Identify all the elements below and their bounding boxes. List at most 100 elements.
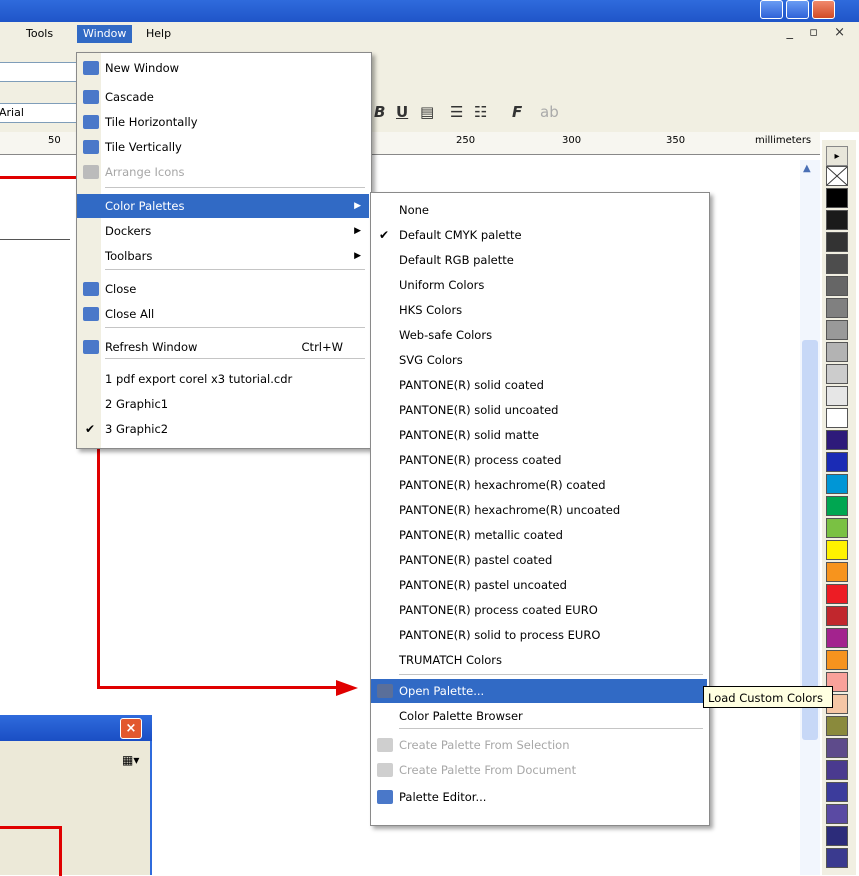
menu-item-create-palette-from-document[interactable]: Create Palette From Document	[371, 758, 707, 782]
palette-swatch[interactable]	[826, 188, 848, 208]
palette-swatch[interactable]	[826, 452, 848, 472]
close-button[interactable]	[812, 0, 835, 19]
palette-swatch[interactable]	[826, 606, 848, 626]
palette-swatch[interactable]	[826, 848, 848, 868]
menu-item-refresh-window[interactable]: Refresh Window Ctrl+W	[77, 335, 369, 359]
dialog-title-bar: ×	[0, 715, 152, 741]
palette-swatch[interactable]	[826, 804, 848, 824]
menu-item-close[interactable]: Close	[77, 277, 369, 301]
palette-swatch[interactable]	[826, 364, 848, 384]
palette-swatch[interactable]	[826, 650, 848, 670]
refresh-window-icon	[83, 340, 99, 354]
palette-swatch[interactable]	[826, 738, 848, 758]
menu-item-arrange-icons[interactable]: Arrange Icons	[77, 160, 369, 184]
menu-item-tile-horizontally[interactable]: Tile Horizontally	[77, 110, 369, 134]
menu-item-pantone-process-coated-euro[interactable]: PANTONE(R) process coated EURO	[371, 598, 707, 622]
palette-swatch[interactable]	[826, 320, 848, 340]
menu-item-pantone-solid-coated[interactable]: PANTONE(R) solid coated	[371, 373, 707, 397]
menu-item-close-all[interactable]: Close All	[77, 302, 369, 326]
menu-item-pantone-process-coated[interactable]: PANTONE(R) process coated	[371, 448, 707, 472]
palette-swatch[interactable]	[826, 628, 848, 648]
menu-help[interactable]: Help	[140, 25, 177, 43]
menu-item-color-palettes[interactable]: Color Palettes ▶	[77, 194, 369, 218]
menu-item-color-palette-browser[interactable]: Color Palette Browser	[371, 704, 707, 728]
menu-item-hks-colors[interactable]: HKS Colors	[371, 298, 707, 322]
palette-swatch[interactable]	[826, 232, 848, 252]
palette-swatch[interactable]	[826, 254, 848, 274]
palette-swatch[interactable]	[826, 782, 848, 802]
menu-item-default-cmyk[interactable]: ✔ Default CMYK palette	[371, 223, 707, 247]
menu-item-pantone-hexachrome-uncoated[interactable]: PANTONE(R) hexachrome(R) uncoated	[371, 498, 707, 522]
arrange-icons-icon	[83, 165, 99, 179]
palette-swatch[interactable]	[826, 298, 848, 318]
palette-swatch[interactable]	[826, 584, 848, 604]
palette-swatch[interactable]	[826, 496, 848, 516]
menu-item-cascade[interactable]: Cascade	[77, 85, 369, 109]
dialog-close-button[interactable]: ×	[120, 718, 142, 739]
menu-item-recent-file-3[interactable]: ✔ 3 Graphic2	[77, 417, 369, 441]
palette-swatch[interactable]	[826, 276, 848, 296]
menu-window[interactable]: Window	[77, 25, 133, 43]
minimize-button[interactable]	[760, 0, 783, 19]
menu-item-open-palette[interactable]: Open Palette...	[371, 679, 707, 703]
view-menu-icon[interactable]: ▦▾	[122, 753, 144, 769]
document-window-controls[interactable]: _ ▫ ×	[787, 25, 851, 40]
text-align-icon[interactable]: ▤	[420, 102, 434, 122]
palette-swatch[interactable]	[826, 408, 848, 428]
palette-swatch[interactable]	[826, 474, 848, 494]
toolbar-combo[interactable]	[0, 62, 78, 82]
menu-item-label: PANTONE(R) metallic coated	[399, 528, 563, 542]
menu-item-uniform-colors[interactable]: Uniform Colors	[371, 273, 707, 297]
menu-item-dockers[interactable]: Dockers ▶	[77, 219, 369, 243]
menu-item-svg-colors[interactable]: SVG Colors	[371, 348, 707, 372]
underline-icon[interactable]: U	[396, 102, 408, 122]
edit-text-icon[interactable]: ab	[540, 102, 559, 122]
bullet-list-icon[interactable]: ☰	[450, 102, 463, 122]
menu-item-label: Tile Horizontally	[105, 115, 198, 129]
font-name-combo[interactable]: Arial	[0, 103, 78, 123]
menu-item-pantone-solid-matte[interactable]: PANTONE(R) solid matte	[371, 423, 707, 447]
menu-item-pantone-solid-uncoated[interactable]: PANTONE(R) solid uncoated	[371, 398, 707, 422]
menu-item-trumatch-colors[interactable]: TRUMATCH Colors	[371, 648, 707, 672]
maximize-button[interactable]	[786, 0, 809, 19]
menu-item-web-safe-colors[interactable]: Web-safe Colors	[371, 323, 707, 347]
menu-item-label: Refresh Window	[105, 340, 198, 354]
menu-item-recent-file-1[interactable]: 1 pdf export corel x3 tutorial.cdr	[77, 367, 369, 391]
annotation-line	[59, 826, 62, 876]
palette-swatch[interactable]	[826, 562, 848, 582]
palette-swatch[interactable]	[826, 760, 848, 780]
menu-item-tile-vertically[interactable]: Tile Vertically	[77, 135, 369, 159]
menu-item-pantone-pastel-uncoated[interactable]: PANTONE(R) pastel uncoated	[371, 573, 707, 597]
menu-item-new-window[interactable]: New Window	[77, 56, 369, 80]
menu-item-label: PANTONE(R) solid to process EURO	[399, 628, 601, 642]
palette-swatch[interactable]	[826, 430, 848, 450]
drop-cap-icon[interactable]: ☷	[474, 102, 487, 122]
palette-swatch[interactable]	[826, 826, 848, 846]
menu-tools[interactable]: Tools	[20, 25, 59, 43]
menu-item-recent-file-2[interactable]: 2 Graphic1	[77, 392, 369, 416]
palette-swatch[interactable]	[826, 540, 848, 560]
menu-item-toolbars[interactable]: Toolbars ▶	[77, 244, 369, 268]
menu-item-create-palette-from-selection[interactable]: Create Palette From Selection	[371, 733, 707, 757]
menu-item-default-rgb[interactable]: Default RGB palette	[371, 248, 707, 272]
menu-item-none[interactable]: None	[371, 198, 707, 222]
scroll-up-icon[interactable]: ▲	[803, 163, 811, 174]
scrollbar-thumb[interactable]	[802, 340, 818, 740]
character-format-icon[interactable]: F	[512, 102, 522, 122]
menu-item-pantone-hexachrome-coated[interactable]: PANTONE(R) hexachrome(R) coated	[371, 473, 707, 497]
palette-editor-icon	[377, 790, 393, 804]
palette-swatch[interactable]	[826, 342, 848, 362]
bold-icon[interactable]: B	[374, 102, 385, 122]
palette-swatch[interactable]	[826, 518, 848, 538]
menu-item-label: Close All	[105, 307, 155, 321]
menu-item-pantone-metallic-coated[interactable]: PANTONE(R) metallic coated	[371, 523, 707, 547]
menu-item-pantone-solid-to-process-euro[interactable]: PANTONE(R) solid to process EURO	[371, 623, 707, 647]
palette-swatch[interactable]	[826, 166, 848, 186]
menu-separator	[399, 674, 703, 675]
menu-item-palette-editor[interactable]: Palette Editor...	[371, 785, 707, 809]
palette-swatch[interactable]	[826, 210, 848, 230]
palette-swatch[interactable]	[826, 716, 848, 736]
palette-flyout-icon[interactable]: ▸	[826, 146, 848, 166]
menu-item-pantone-pastel-coated[interactable]: PANTONE(R) pastel coated	[371, 548, 707, 572]
palette-swatch[interactable]	[826, 386, 848, 406]
